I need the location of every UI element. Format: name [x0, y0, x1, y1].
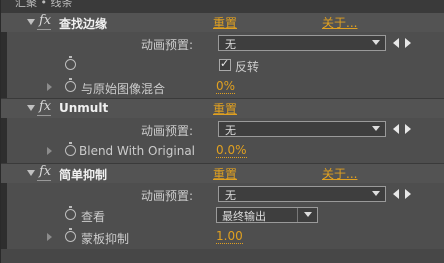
stopwatch-icon[interactable]	[65, 228, 76, 242]
about-link[interactable]: 关于...	[322, 165, 357, 182]
animation-preset-label: 动画预置:	[141, 189, 194, 203]
blend-with-original-value[interactable]: 0.0%	[216, 144, 247, 158]
preset-value: 无	[225, 38, 236, 51]
preset-value: 无	[225, 124, 236, 137]
reset-link[interactable]: 重置	[213, 165, 237, 182]
view-label: 查看	[81, 210, 106, 224]
reset-link[interactable]: 重置	[213, 100, 237, 117]
effect-name: 查找边缘	[59, 17, 108, 31]
next-preset-icon[interactable]	[405, 189, 411, 199]
invert-label: 反转	[235, 60, 260, 74]
expand-triangle-icon[interactable]	[47, 147, 52, 155]
chevron-down-icon	[372, 126, 380, 131]
previous-preset-icon[interactable]	[393, 189, 399, 199]
blend-with-original-label: Blend With Original	[79, 144, 196, 158]
invert-checkbox[interactable]: ✓	[219, 57, 231, 71]
animation-preset-row: 动画预置: 无	[1, 185, 444, 204]
effect-name: 简单抑制	[59, 168, 108, 182]
fx-underline	[37, 29, 51, 30]
preset-nav[interactable]	[391, 37, 421, 49]
stopwatch-icon[interactable]	[65, 206, 76, 220]
chevron-down-icon	[304, 212, 312, 217]
view-select[interactable]: 最终输出	[216, 207, 318, 223]
fx-icon[interactable]: fx	[39, 13, 51, 28]
preset-value: 无	[225, 189, 236, 202]
collapse-triangle-icon[interactable]	[27, 105, 35, 111]
next-preset-icon[interactable]	[405, 38, 411, 48]
previous-preset-icon[interactable]	[393, 124, 399, 134]
preset-nav[interactable]	[391, 123, 421, 135]
animation-preset-row: 动画预置: 无	[1, 120, 444, 139]
next-preset-icon[interactable]	[405, 124, 411, 134]
expand-triangle-icon[interactable]	[47, 233, 52, 241]
matte-choke-row: 蒙板抑制 1.00	[1, 228, 444, 247]
panel-title: 汇聚 • 线条	[15, 0, 73, 9]
fx-underline	[37, 180, 51, 181]
view-value: 最终输出	[222, 210, 266, 223]
blend-with-original-row: Blend With Original 0.0%	[1, 142, 444, 161]
checkmark-icon: ✓	[220, 57, 230, 70]
animation-preset-select[interactable]: 无	[218, 35, 386, 51]
chevron-down-icon	[372, 40, 380, 45]
reset-link[interactable]: 重置	[213, 14, 237, 31]
invert-row: ✓ 反转	[1, 56, 444, 75]
animation-preset-row: 动画预置: 无	[1, 34, 444, 53]
blend-original-row: 与原始图像混合 0%	[1, 78, 444, 97]
panel-title-bar: 汇聚 • 线条	[1, 0, 444, 12]
view-row: 查看 最终输出	[1, 206, 444, 225]
stopwatch-icon[interactable]	[65, 142, 76, 156]
select-divider	[297, 208, 298, 222]
about-link[interactable]: 关于...	[322, 14, 357, 31]
blend-original-value[interactable]: 0%	[216, 80, 236, 94]
matte-choke-value[interactable]: 1.00	[216, 230, 243, 244]
blend-original-label: 与原始图像混合	[81, 82, 166, 96]
effect-header-simple-choker[interactable]: fx 简单抑制 重置 关于...	[1, 163, 444, 183]
fx-icon[interactable]: fx	[39, 99, 51, 114]
matte-choke-label: 蒙板抑制	[81, 232, 130, 246]
stopwatch-icon[interactable]	[65, 78, 76, 92]
chevron-down-icon	[372, 191, 380, 196]
animation-preset-label: 动画预置:	[141, 124, 194, 138]
previous-preset-icon[interactable]	[393, 38, 399, 48]
animation-preset-select[interactable]: 无	[218, 186, 386, 202]
effect-controls-panel: 汇聚 • 线条 fx 查找边缘 重置 关于... 动画预置: 无 ✓ 反转 与原…	[0, 0, 444, 263]
expand-triangle-icon[interactable]	[47, 83, 52, 91]
effect-header-find-edges[interactable]: fx 查找边缘 重置 关于...	[1, 12, 444, 32]
collapse-triangle-icon[interactable]	[27, 170, 35, 176]
fx-underline	[37, 115, 51, 116]
fx-icon[interactable]: fx	[39, 164, 51, 179]
stopwatch-icon[interactable]	[65, 56, 76, 70]
effect-name: Unmult	[59, 101, 109, 115]
animation-preset-label: 动画预置:	[141, 38, 194, 52]
animation-preset-select[interactable]: 无	[218, 121, 386, 137]
panel-bottom	[1, 249, 444, 263]
collapse-triangle-icon[interactable]	[27, 19, 35, 25]
preset-nav[interactable]	[391, 188, 421, 200]
effect-header-unmult[interactable]: fx Unmult 重置	[1, 98, 444, 118]
